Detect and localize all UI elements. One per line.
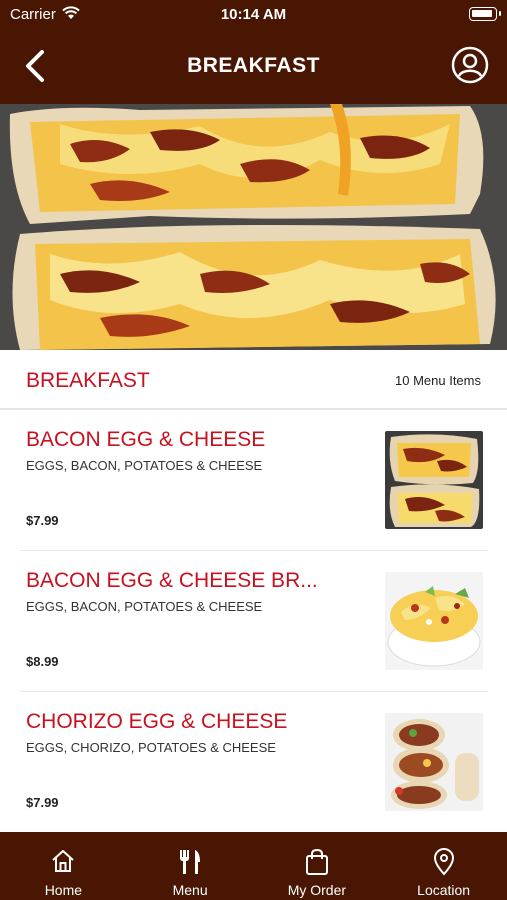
status-bar: Carrier 10:14 AM bbox=[0, 0, 507, 30]
category-hero-image bbox=[0, 104, 507, 350]
top-bar: Carrier 10:14 AM BREAKFAST bbox=[0, 0, 507, 104]
category-header: BREAKFAST 10 Menu Items bbox=[0, 350, 507, 410]
menu-item-price: $7.99 bbox=[26, 795, 59, 810]
menu-item-name: BACON EGG & CHEESE bbox=[26, 428, 266, 451]
menu-item-name: CHORIZO EGG & CHEESE bbox=[26, 710, 288, 733]
page-title: BREAKFAST bbox=[187, 54, 320, 77]
user-circle-icon[interactable] bbox=[451, 46, 489, 84]
menu-item-image bbox=[385, 572, 483, 670]
menu-item-description: EGGS, CHORIZO, POTATOES & CHEESE bbox=[26, 740, 276, 755]
home-icon bbox=[52, 850, 75, 872]
menu-item-image bbox=[385, 713, 483, 811]
tab-label: My Order bbox=[287, 882, 347, 898]
category-name: BREAKFAST bbox=[26, 369, 150, 392]
shopping-bag-icon bbox=[305, 848, 328, 875]
menu-item-price: $8.99 bbox=[26, 654, 59, 669]
tab-my-order[interactable]: My Order bbox=[254, 832, 381, 900]
tab-menu[interactable]: Menu bbox=[127, 832, 254, 900]
menu-item-bacon-egg-cheese[interactable]: BACON EGG & CHEESE EGGS, BACON, POTATOES… bbox=[20, 410, 488, 551]
menu-item-count: 10 Menu Items bbox=[395, 373, 481, 388]
menu-item-name: BACON EGG & CHEESE BR... bbox=[26, 569, 318, 592]
tab-label: Menu bbox=[172, 882, 208, 898]
menu-item-description: EGGS, BACON, POTATOES & CHEESE bbox=[26, 458, 263, 473]
location-pin-icon bbox=[433, 848, 454, 876]
battery-icon bbox=[469, 7, 501, 21]
menu-item-bacon-egg-cheese-bowl[interactable]: BACON EGG & CHEESE BR... EGGS, BACON, PO… bbox=[20, 551, 488, 692]
tab-label: Location bbox=[417, 882, 471, 898]
tab-location[interactable]: Location bbox=[380, 832, 507, 900]
menu-item-description: EGGS, BACON, POTATOES & CHEESE bbox=[26, 599, 263, 614]
fork-knife-icon bbox=[180, 850, 201, 874]
burrito-hero-illustration bbox=[0, 104, 507, 350]
navigation-bar: BREAKFAST bbox=[0, 30, 507, 104]
tab-bar: Home Menu My Order Location bbox=[0, 832, 507, 900]
menu-item-chorizo-egg-cheese[interactable]: CHORIZO EGG & CHEESE EGGS, CHORIZO, POTA… bbox=[20, 692, 488, 833]
clock: 10:14 AM bbox=[220, 6, 287, 23]
tab-label: Home bbox=[44, 882, 83, 898]
menu-item-price: $7.99 bbox=[26, 513, 59, 528]
tab-home[interactable]: Home bbox=[0, 832, 127, 900]
menu-item-image bbox=[385, 431, 483, 529]
